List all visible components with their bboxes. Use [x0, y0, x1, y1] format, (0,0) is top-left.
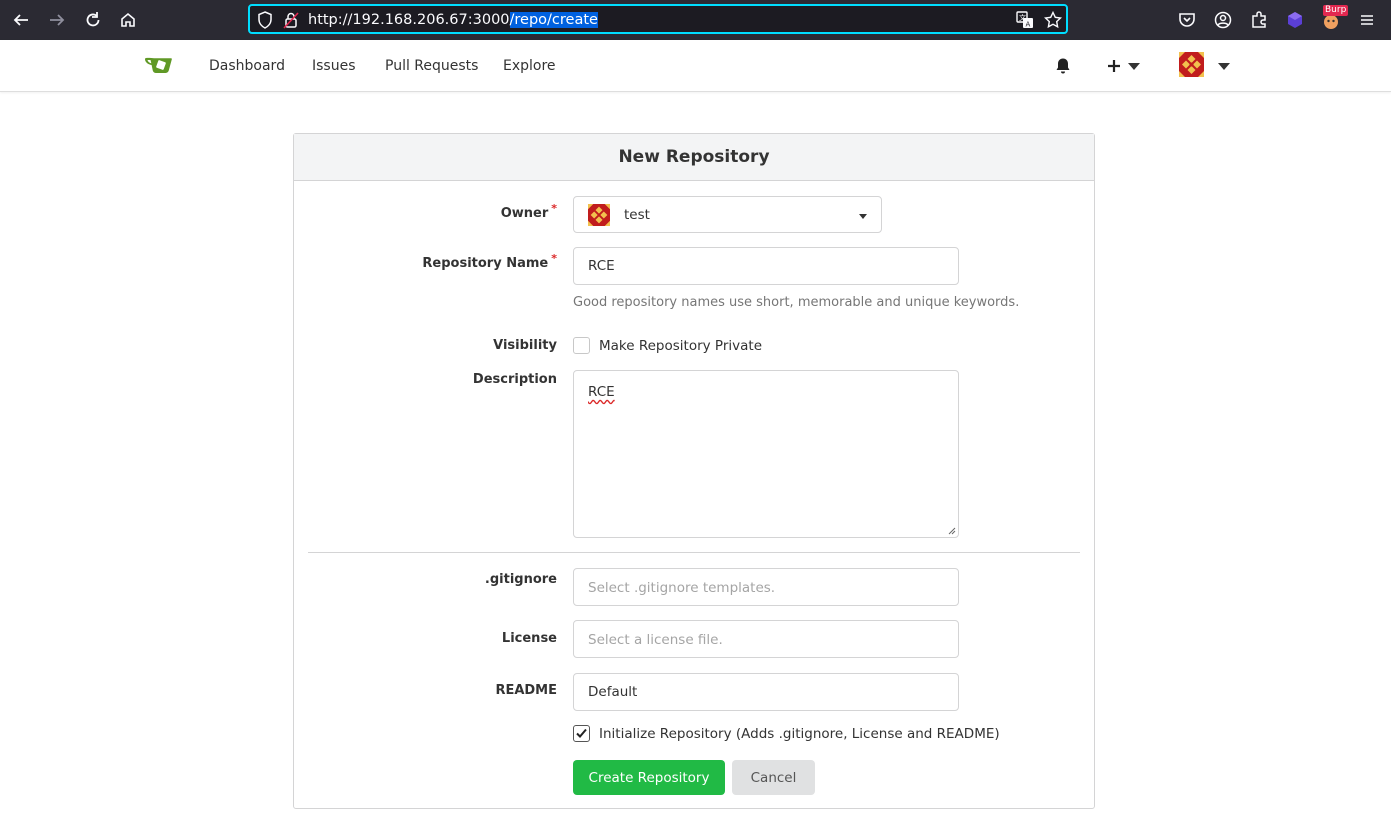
license-placeholder: Select a license file.	[588, 632, 723, 648]
nav-explore[interactable]: Explore	[503, 58, 556, 74]
page-title: New Repository	[294, 134, 1094, 181]
forward-icon[interactable]	[46, 9, 68, 31]
bookmark-star-icon[interactable]	[1043, 10, 1063, 29]
private-checkbox[interactable]	[573, 337, 590, 354]
home-icon[interactable]	[117, 9, 139, 31]
readme-select[interactable]: Default	[573, 673, 959, 711]
shield-icon[interactable]	[256, 11, 274, 29]
url-text: http://192.168.206.67:3000/repo/create	[308, 12, 598, 28]
menu-icon[interactable]	[1356, 9, 1378, 31]
plus-icon	[1108, 60, 1120, 72]
account-icon[interactable]	[1212, 9, 1234, 31]
private-checkbox-label[interactable]: Make Repository Private	[599, 338, 762, 354]
required-mark: *	[551, 252, 557, 265]
avatar	[1179, 52, 1204, 77]
new-repository-form: New Repository Owner * test Repository Na…	[293, 133, 1095, 809]
gitignore-placeholder: Select .gitignore templates.	[588, 580, 776, 596]
create-new-menu[interactable]	[1106, 56, 1142, 76]
translate-icon[interactable]: 文A	[1016, 11, 1034, 29]
notifications-bell-icon[interactable]	[1055, 57, 1071, 75]
nav-pull-requests[interactable]: Pull Requests	[385, 58, 478, 74]
owner-label: Owner *	[500, 202, 557, 221]
gitea-logo-icon[interactable]	[144, 55, 174, 77]
license-select[interactable]: Select a license file.	[573, 620, 959, 658]
extensions-icon[interactable]	[1248, 9, 1270, 31]
extension-cube-icon[interactable]	[1284, 9, 1306, 31]
nav-dashboard[interactable]: Dashboard	[209, 58, 285, 74]
checkmark-icon	[576, 728, 587, 738]
pocket-icon[interactable]	[1176, 9, 1198, 31]
readme-value: Default	[588, 684, 638, 700]
repo-name-label: Repository Name *	[422, 252, 557, 271]
app-navbar: Dashboard Issues Pull Requests Explore	[0, 40, 1391, 92]
nav-issues[interactable]: Issues	[312, 58, 356, 74]
license-label: License	[501, 631, 557, 646]
repo-name-hint: Good repository names use short, memorab…	[573, 295, 1020, 310]
svg-text:A: A	[1026, 21, 1031, 29]
owner-value: test	[624, 207, 650, 223]
repo-name-input[interactable]: RCE	[573, 247, 959, 285]
cancel-button[interactable]: Cancel	[732, 760, 815, 795]
owner-avatar	[588, 204, 610, 226]
create-repository-button[interactable]: Create Repository	[573, 760, 725, 795]
chevron-down-icon	[1218, 63, 1230, 70]
reload-icon[interactable]	[82, 9, 104, 31]
back-icon[interactable]	[10, 9, 32, 31]
section-divider	[308, 552, 1080, 553]
description-textarea[interactable]: RCE	[573, 370, 959, 538]
url-bar[interactable]: http://192.168.206.67:3000/repo/create 文…	[248, 4, 1068, 34]
user-menu[interactable]	[1179, 52, 1233, 80]
description-value: RCE	[588, 384, 615, 400]
owner-dropdown[interactable]: test	[573, 196, 882, 233]
burp-badge: Burp	[1323, 5, 1349, 16]
chevron-down-icon	[1128, 63, 1140, 70]
resize-handle-icon[interactable]	[948, 527, 956, 535]
readme-label: README	[495, 683, 557, 698]
browser-toolbar: http://192.168.206.67:3000/repo/create 文…	[0, 0, 1391, 40]
dropdown-caret-icon	[859, 214, 867, 219]
initialize-checkbox-label[interactable]: Initialize Repository (Adds .gitignore, …	[599, 726, 1000, 742]
gitignore-select[interactable]: Select .gitignore templates.	[573, 568, 959, 606]
insecure-lock-icon[interactable]	[282, 11, 300, 29]
initialize-checkbox[interactable]	[573, 725, 590, 742]
description-label: Description	[472, 372, 557, 387]
visibility-label: Visibility	[493, 338, 557, 353]
required-mark: *	[551, 202, 557, 215]
repo-name-value: RCE	[588, 258, 615, 274]
gitignore-label: .gitignore	[484, 572, 557, 587]
